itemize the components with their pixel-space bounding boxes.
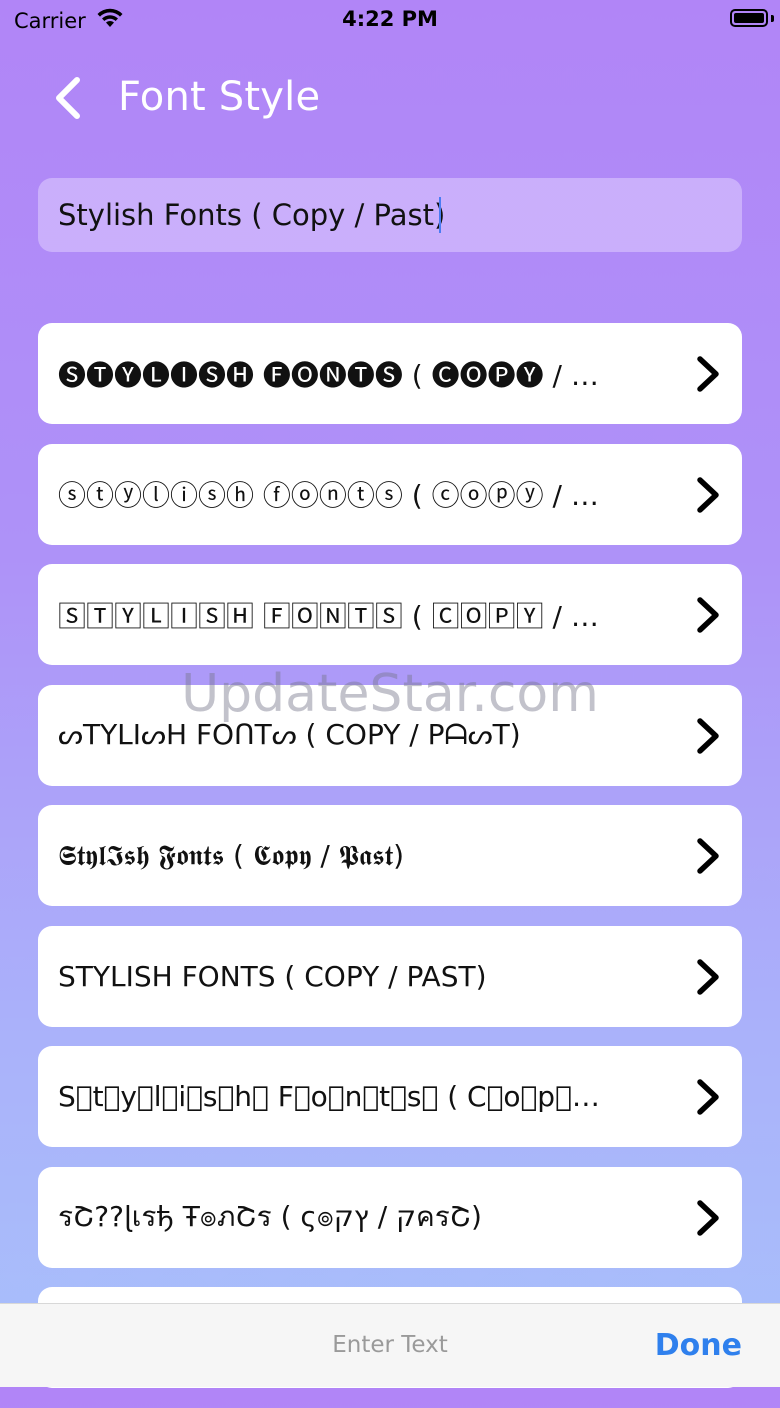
battery-fill xyxy=(734,13,764,23)
font-style-sample: ᔕTYLIᔕH FOᑎTᔕ ( COPY / PᗩᔕT) xyxy=(58,718,521,751)
font-style-sample: S⃣t⃣y⃣l⃣i⃣s⃣h⃣ F⃣o⃣n⃣t⃣s⃣ ( C⃣o⃣p⃣y⃣ / P… xyxy=(58,1080,622,1113)
chevron-left-icon xyxy=(51,76,85,124)
font-style-row[interactable]: ᔕTYLIᔕH FOᑎTᔕ ( COPY / PᗩᔕT) xyxy=(38,684,742,786)
chevron-right-icon xyxy=(694,596,722,634)
battery-tip xyxy=(771,15,774,22)
chevron-right-icon xyxy=(694,837,722,875)
font-style-sample: 𝕾𝖙𝖞𝖑𝕴𝖘𝖍 𝕱𝖔𝖓𝖙𝖘 ( 𝕮𝖔𝖕𝖞 / 𝕻𝖆𝖘𝖙) xyxy=(58,838,405,872)
font-style-row[interactable]: STYLISH FONTS ( COPY / PAST) xyxy=(38,925,742,1027)
chevron-right-icon xyxy=(694,717,722,755)
text-caret xyxy=(439,197,442,233)
text-input-value: Stylish Fonts ( Copy / Past) xyxy=(58,198,446,232)
font-style-row[interactable]: 𝕾𝖙𝖞𝖑𝕴𝖘𝖍 𝕱𝖔𝖓𝖙𝖘 ( 𝕮𝖔𝖕𝖞 / 𝕻𝖆𝖘𝖙) xyxy=(38,805,742,906)
chevron-right-icon xyxy=(694,476,722,514)
font-style-row[interactable]: S⃣t⃣y⃣l⃣i⃣s⃣h⃣ F⃣o⃣n⃣t⃣s⃣ ( C⃣o⃣p⃣y⃣ / P… xyxy=(38,1046,742,1147)
font-style-sample: รՇ??ɭเรђ Ŧ๏ภՇร ( ς๏ק / ץקครՇ) xyxy=(58,1200,482,1233)
font-style-row[interactable]: ⓢⓣⓨⓛⓘⓢⓗ ⓕⓞⓝⓣⓢ ( ⓒⓞⓟⓨ / ⓟⓐⓢⓣ) xyxy=(38,443,742,545)
page-title: Font Style xyxy=(118,74,321,120)
font-style-list: 🅢🅣🅨🅛🅘🅢🅗 🅕🅞🅝🅣🅢 ( 🅒🅞🅟🅨 / 🅟🅐🅢🅣) ⓢⓣⓨⓛⓘⓢⓗ ⓕⓞⓝ… xyxy=(38,323,742,1408)
status-time: 4:22 PM xyxy=(342,7,438,31)
font-style-sample: ⓢⓣⓨⓛⓘⓢⓗ ⓕⓞⓝⓣⓢ ( ⓒⓞⓟⓨ / ⓟⓐⓢⓣ) xyxy=(58,479,622,512)
font-style-sample: 🅢🅣🅨🅛🅘🅢🅗 🅕🅞🅝🅣🅢 ( 🅒🅞🅟🅨 / 🅟🅐🅢🅣) xyxy=(58,358,622,392)
nav-bar: Font Style xyxy=(0,60,780,140)
chevron-right-icon xyxy=(694,958,722,996)
font-style-row[interactable]: รՇ??ɭเรђ Ŧ๏ภՇร ( ς๏ק / ץקครՇ) xyxy=(38,1166,742,1268)
chevron-right-icon xyxy=(694,1078,722,1116)
done-button[interactable]: Done xyxy=(655,1328,742,1363)
font-style-row[interactable]: 🅢🅣🅨🅛🅘🅢🅗 🅕🅞🅝🅣🅢 ( 🅒🅞🅟🅨 / 🅟🅐🅢🅣) xyxy=(38,323,742,424)
font-style-sample: 🅂🅃🅈🄻🄸🅂🄷 🄵🄾🄽🅃🅂 ( 🄲🄾🄿🅈 / 🄿🄰🅂🅃) xyxy=(58,599,622,633)
back-button[interactable] xyxy=(44,74,92,126)
keyboard-accessory-bar: Enter Text Done xyxy=(0,1303,780,1387)
text-input[interactable]: Stylish Fonts ( Copy / Past) xyxy=(38,178,742,252)
chevron-right-icon xyxy=(694,355,722,393)
font-style-sample: STYLISH FONTS ( COPY / PAST) xyxy=(58,959,487,993)
chevron-right-icon xyxy=(694,1199,722,1237)
battery-icon xyxy=(730,9,768,27)
status-bar: Carrier 4:22 PM xyxy=(0,0,780,44)
font-style-row[interactable]: 🅂🅃🅈🄻🄸🅂🄷 🄵🄾🄽🅃🅂 ( 🄲🄾🄿🅈 / 🄿🄰🅂🅃) xyxy=(38,564,742,665)
